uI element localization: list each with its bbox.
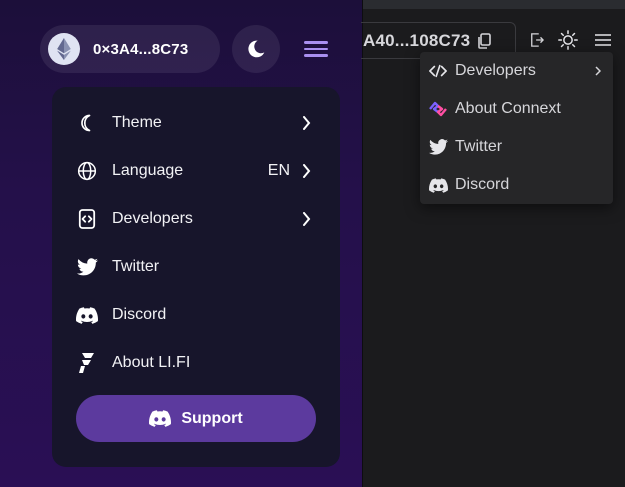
discord-icon — [428, 175, 448, 195]
ethereum-icon — [48, 33, 80, 65]
hamburger-icon — [304, 41, 328, 44]
menu-item-about-lifi[interactable]: About LI.FI — [52, 341, 340, 385]
language-value: EN — [267, 162, 290, 179]
twitter-icon — [428, 137, 448, 157]
settings-menu: Theme Language EN Developers Twitter Dis… — [52, 87, 340, 467]
moon-icon — [248, 40, 265, 58]
connext-dropdown-menu: Developers About Connext Twitter Discord — [420, 52, 613, 204]
menu-item-label: Theme — [112, 114, 162, 131]
menu-item-label: Discord — [112, 306, 167, 323]
connected-address: A40...108C73 — [363, 30, 471, 50]
menu-item-language[interactable]: Language EN — [52, 149, 340, 193]
discord-icon — [149, 410, 172, 427]
support-button[interactable]: Support — [76, 395, 316, 442]
dropdown-item-about-connext[interactable]: About Connext — [420, 90, 613, 128]
menu-item-label: About LI.FI — [112, 354, 191, 371]
lifi-logo-icon — [76, 352, 98, 374]
dropdown-item-label: Developers — [455, 62, 536, 79]
support-label: Support — [181, 409, 243, 427]
lifi-panel: 0×3A4...8C73 Theme Language EN Developer… — [0, 0, 363, 487]
top-strip — [363, 0, 625, 9]
menu-item-developers[interactable]: Developers — [52, 197, 340, 241]
menu-item-twitter[interactable]: Twitter — [52, 245, 340, 289]
developer-icon — [76, 208, 98, 230]
copy-icon[interactable] — [477, 32, 492, 49]
connext-logo-icon — [428, 99, 448, 119]
menu-item-label: Language — [112, 162, 184, 179]
discord-icon — [76, 304, 98, 326]
menu-item-discord[interactable]: Discord — [52, 293, 340, 337]
menu-button[interactable] — [300, 34, 332, 64]
code-icon — [428, 61, 448, 81]
chevron-right-icon — [300, 212, 312, 226]
moon-outline-icon — [76, 112, 98, 134]
dropdown-item-twitter[interactable]: Twitter — [420, 128, 613, 166]
dropdown-item-discord[interactable]: Discord — [420, 166, 613, 204]
sun-icon[interactable] — [558, 30, 578, 50]
chevron-right-icon — [300, 164, 312, 178]
wallet-address: 0×3A4...8C73 — [93, 40, 189, 58]
chevron-right-icon — [300, 116, 312, 130]
connext-panel: A40...108C73 Developers About Connext Tw… — [361, 0, 625, 487]
menu-item-label: Twitter — [112, 258, 160, 275]
globe-icon — [76, 160, 98, 182]
logout-icon[interactable] — [527, 30, 547, 50]
hamburger-icon[interactable] — [593, 30, 613, 50]
twitter-icon — [76, 256, 98, 278]
chevron-right-icon — [595, 65, 603, 77]
dropdown-item-label: About Connext — [455, 100, 561, 117]
dropdown-item-label: Twitter — [455, 138, 503, 155]
theme-toggle-button[interactable] — [232, 25, 280, 73]
menu-item-theme[interactable]: Theme — [52, 101, 340, 145]
wallet-button[interactable]: 0×3A4...8C73 — [40, 25, 220, 73]
dropdown-item-label: Discord — [455, 176, 510, 193]
dropdown-item-developers[interactable]: Developers — [420, 52, 613, 90]
menu-item-label: Developers — [112, 210, 193, 227]
